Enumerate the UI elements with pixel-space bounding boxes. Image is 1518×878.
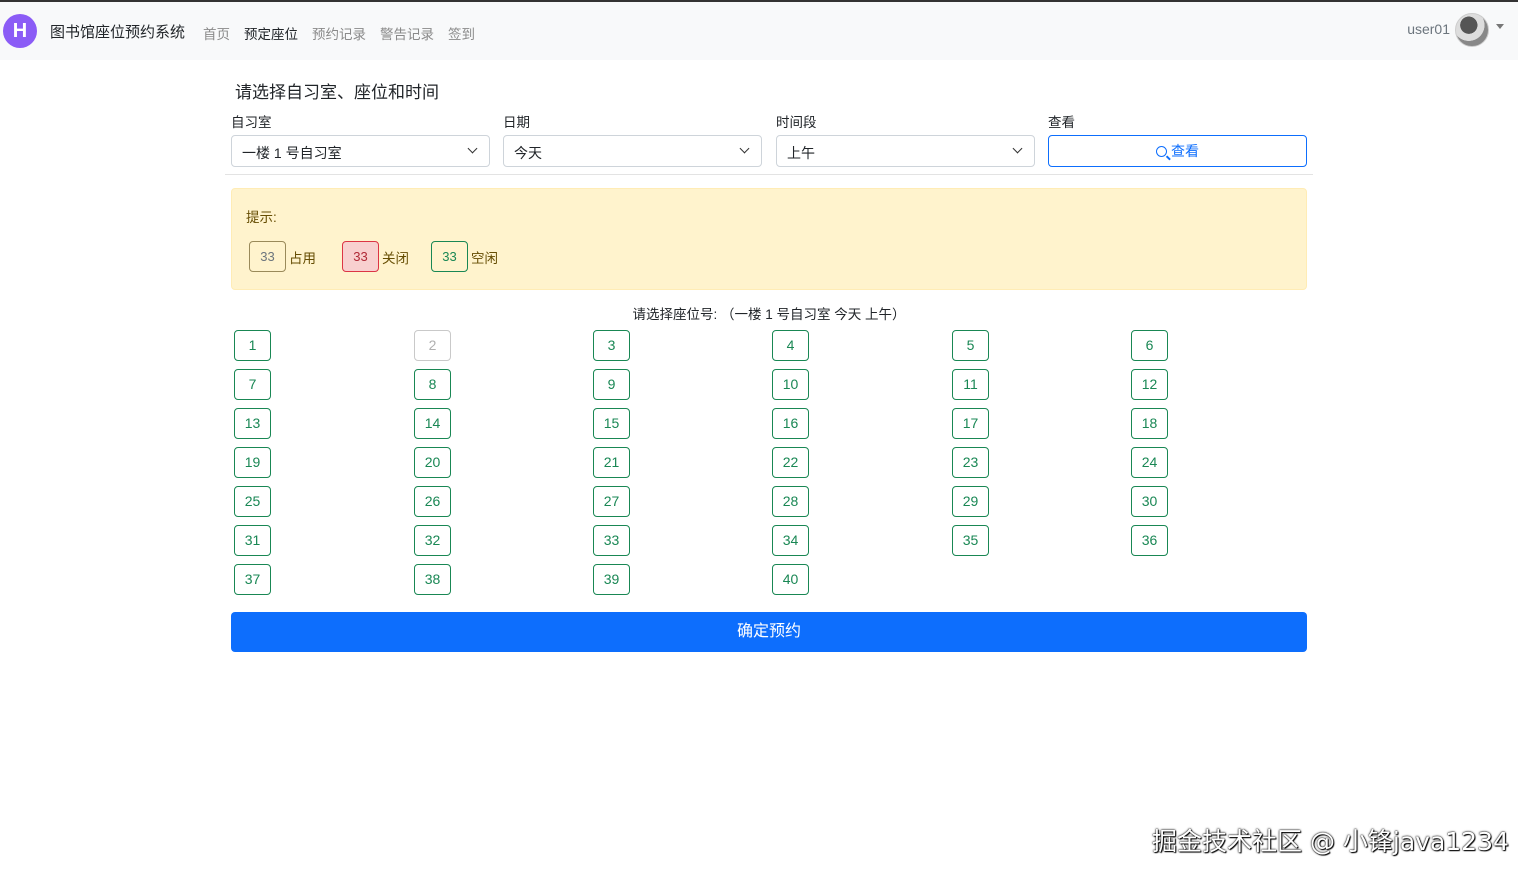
seat-button-35[interactable]: 35 [952,525,989,556]
seat-button-11[interactable]: 11 [952,369,989,400]
page-title: 请选择自习室、座位和时间 [235,83,439,102]
view-button-label: 查看 [1171,143,1199,159]
seat-button-24[interactable]: 24 [1131,447,1168,478]
seat-button-34[interactable]: 34 [772,525,809,556]
seat-button-1[interactable]: 1 [234,330,271,361]
confirm-reservation-button[interactable]: 确定预约 [231,612,1307,652]
username[interactable]: user01 [1407,21,1450,37]
seat-button-13[interactable]: 13 [234,408,271,439]
seat-button-36[interactable]: 36 [1131,525,1168,556]
nav-item-warning-records[interactable]: 警告记录 [380,23,434,43]
legend-free: 33 空闲 [431,241,498,272]
seat-button-18[interactable]: 18 [1131,408,1168,439]
legend-free-box: 33 [431,241,468,272]
seat-heading: 请选择座位号: （一楼 1 号自习室 今天 上午） [632,307,906,322]
seat-button-31[interactable]: 31 [234,525,271,556]
legend-occupied: 33 占用 [249,241,316,272]
seat-button-25[interactable]: 25 [234,486,271,517]
chevron-down-icon [739,143,750,154]
brand-title[interactable]: 图书馆座位预约系统 [50,21,185,42]
tips-alert: 提示: 33 占用 33 关闭 33 空闲 [231,188,1307,290]
seat-button-20[interactable]: 20 [414,447,451,478]
seat-button-12[interactable]: 12 [1131,369,1168,400]
nav-item-checkin[interactable]: 签到 [448,23,475,43]
watermark: 掘金技术社区 @ 小锋java1234 [1152,827,1509,856]
seat-button-29[interactable]: 29 [952,486,989,517]
avatar[interactable] [1455,13,1489,47]
period-select[interactable]: 上午 [776,135,1035,167]
seat-button-2: 2 [414,330,451,361]
legend-occupied-box: 33 [249,241,286,272]
seat-button-5[interactable]: 5 [952,330,989,361]
nav-menu: 首页 预定座位 预约记录 警告记录 签到 [203,23,475,43]
nav-item-home[interactable]: 首页 [203,23,230,43]
seat-button-6[interactable]: 6 [1131,330,1168,361]
divider [225,174,1313,175]
room-select-value: 一楼 1 号自习室 [242,145,342,161]
seat-button-23[interactable]: 23 [952,447,989,478]
chevron-down-icon [467,143,478,154]
seat-button-8[interactable]: 8 [414,369,451,400]
legend-closed-box: 33 [342,241,379,272]
seat-button-10[interactable]: 10 [772,369,809,400]
view-label: 查看 [1048,115,1075,130]
seat-button-21[interactable]: 21 [593,447,630,478]
seat-button-32[interactable]: 32 [414,525,451,556]
room-select[interactable]: 一楼 1 号自习室 [231,135,490,167]
chevron-down-icon[interactable] [1496,24,1504,29]
date-label: 日期 [503,115,530,130]
seat-button-16[interactable]: 16 [772,408,809,439]
seat-button-38[interactable]: 38 [414,564,451,595]
seat-button-17[interactable]: 17 [952,408,989,439]
tips-title: 提示: [246,210,277,225]
date-select[interactable]: 今天 [503,135,762,167]
seat-button-37[interactable]: 37 [234,564,271,595]
seat-button-3[interactable]: 3 [593,330,630,361]
nav-item-reserve-seat[interactable]: 预定座位 [244,23,298,43]
legend-closed: 33 关闭 [342,241,409,272]
seat-button-27[interactable]: 27 [593,486,630,517]
seat-button-7[interactable]: 7 [234,369,271,400]
seat-button-39[interactable]: 39 [593,564,630,595]
seat-button-22[interactable]: 22 [772,447,809,478]
seat-button-15[interactable]: 15 [593,408,630,439]
chevron-down-icon [1012,143,1023,154]
seat-button-14[interactable]: 14 [414,408,451,439]
nav-item-reservation-records[interactable]: 预约记录 [312,23,366,43]
legend-closed-text: 关闭 [382,250,409,266]
view-button[interactable]: 查看 [1048,135,1307,167]
seat-button-30[interactable]: 30 [1131,486,1168,517]
date-select-value: 今天 [514,145,542,161]
period-select-value: 上午 [787,145,815,161]
logo-icon[interactable]: H [3,14,37,48]
seat-button-26[interactable]: 26 [414,486,451,517]
legend-free-text: 空闲 [471,250,498,266]
period-label: 时间段 [776,115,817,130]
seat-button-19[interactable]: 19 [234,447,271,478]
seat-button-4[interactable]: 4 [772,330,809,361]
navbar: H 图书馆座位预约系统 首页 预定座位 预约记录 警告记录 签到 user01 [0,2,1518,60]
seat-button-40[interactable]: 40 [772,564,809,595]
legend-occupied-text: 占用 [289,250,316,266]
seat-button-33[interactable]: 33 [593,525,630,556]
search-icon [1156,146,1167,157]
seat-button-28[interactable]: 28 [772,486,809,517]
room-label: 自习室 [231,115,272,130]
seat-button-9[interactable]: 9 [593,369,630,400]
